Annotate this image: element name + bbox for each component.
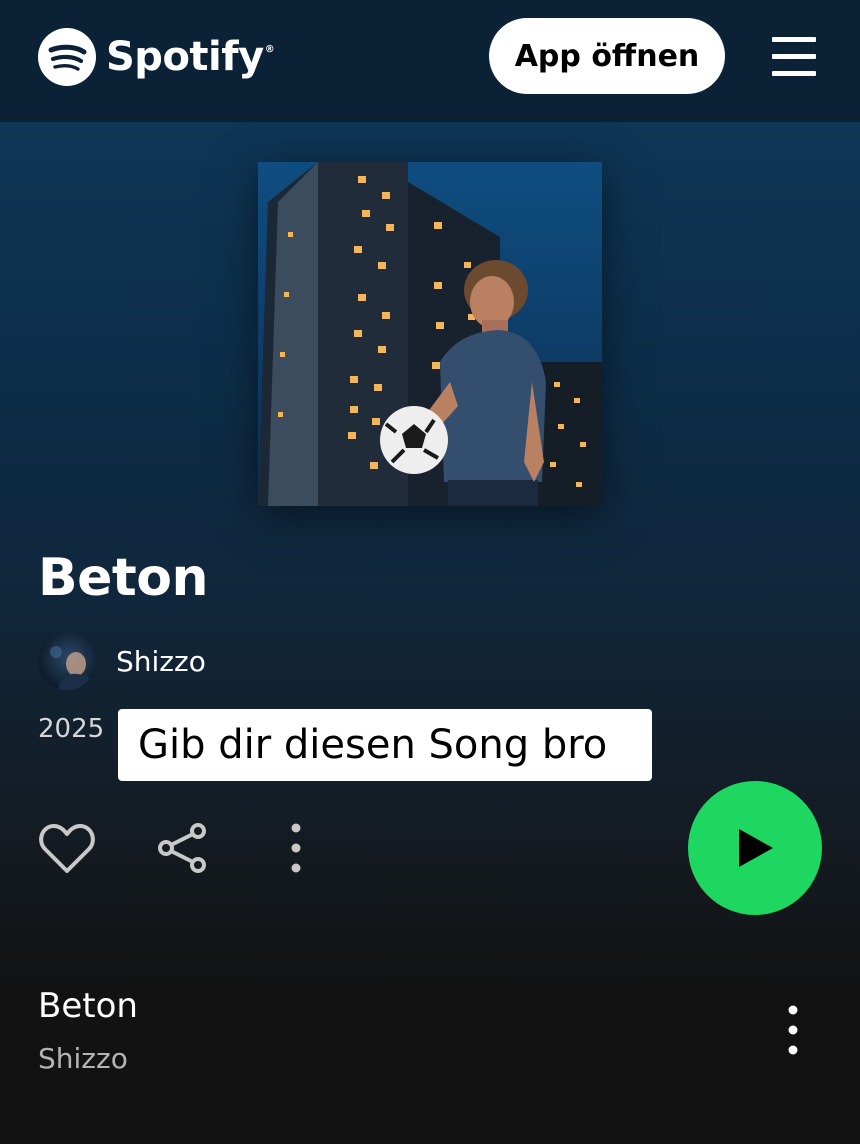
artist-link[interactable]: Shizzo: [38, 632, 206, 690]
like-button[interactable]: [38, 820, 96, 876]
play-button[interactable]: [688, 781, 822, 915]
album-cover: [258, 162, 602, 506]
overlay-caption: Gib dir diesen Song bro: [118, 709, 652, 781]
hamburger-icon-bar: [772, 37, 816, 42]
brand-name: Spotify®: [106, 34, 275, 80]
more-vertical-icon: [291, 823, 301, 873]
hamburger-icon-bar: [772, 54, 816, 59]
open-app-button[interactable]: App öffnen: [489, 18, 725, 94]
track-more-button[interactable]: [776, 1000, 810, 1060]
artist-name: Shizzo: [116, 644, 206, 678]
share-button[interactable]: [156, 822, 208, 874]
artist-avatar: [38, 632, 96, 690]
spotify-logo[interactable]: Spotify®: [38, 28, 275, 86]
track-title: Beton: [38, 986, 138, 1026]
album-title: Beton: [38, 548, 209, 608]
play-icon: [739, 829, 773, 867]
heart-outline-icon: [39, 824, 95, 873]
top-bar: Spotify® App öffnen: [0, 0, 860, 122]
spotify-icon: [38, 28, 96, 86]
track-row[interactable]: Beton Shizzo: [0, 970, 860, 1090]
release-year: 2025: [38, 714, 105, 744]
share-icon: [158, 823, 206, 873]
more-options-button[interactable]: [284, 822, 308, 874]
track-artist: Shizzo: [38, 1042, 128, 1075]
more-vertical-icon: [788, 1005, 798, 1055]
hamburger-icon-bar: [772, 71, 816, 76]
menu-button[interactable]: [770, 34, 818, 78]
